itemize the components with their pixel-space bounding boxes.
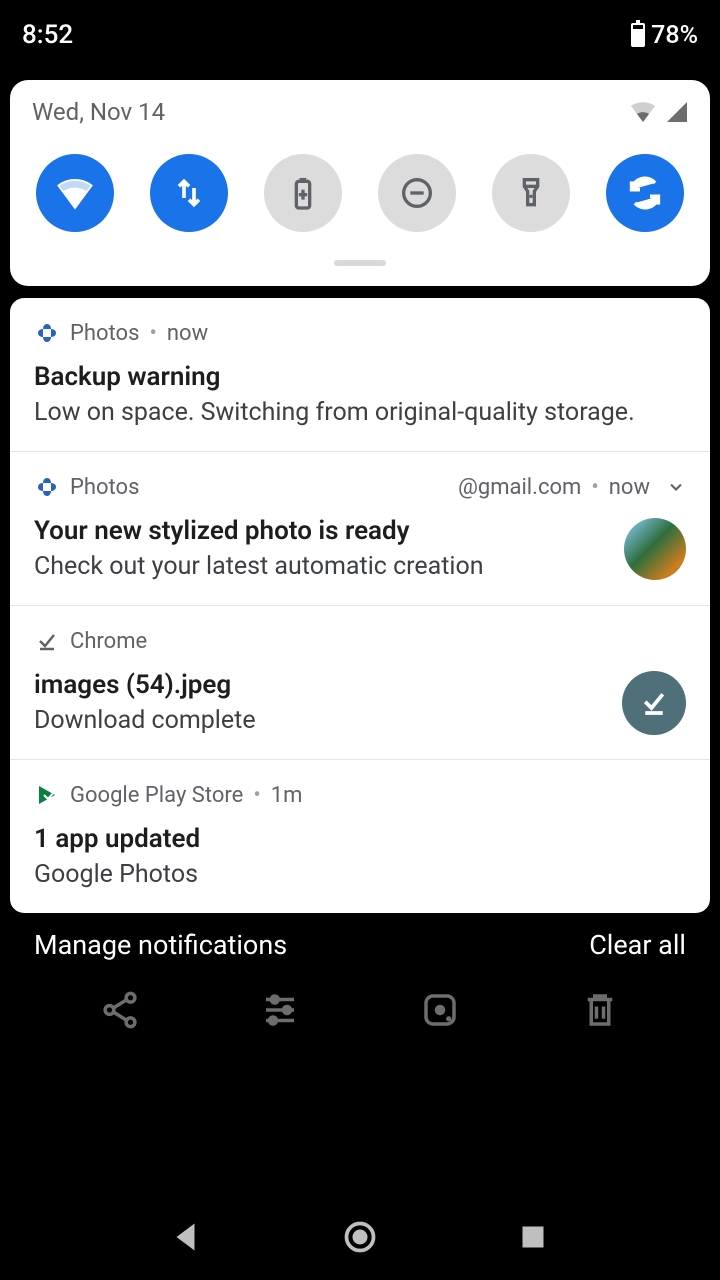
notification-footer: Manage notifications Clear all — [0, 913, 720, 977]
play-store-icon — [34, 782, 60, 808]
navigation-bar — [0, 1194, 720, 1280]
notification-title: images (54).jpeg — [34, 670, 256, 700]
notification-list: Photos • now Backup warning Low on space… — [10, 298, 710, 913]
notification-body: Google Photos — [34, 860, 686, 889]
check-icon — [639, 688, 669, 718]
notification-app: Google Play Store — [70, 783, 243, 808]
photos-icon — [34, 320, 60, 346]
notification-photos-stylized[interactable]: Photos @gmail.com • now Your new stylize… — [10, 451, 710, 605]
notification-chrome-download[interactable]: Chrome images (54).jpeg Download complet… — [10, 605, 710, 759]
notification-app: Photos — [70, 475, 139, 500]
download-complete-badge[interactable] — [622, 671, 686, 735]
nav-recents-button[interactable] — [515, 1219, 551, 1255]
flashlight-icon — [511, 173, 551, 213]
qs-drag-handle[interactable] — [334, 260, 386, 266]
status-right: 78% — [631, 21, 698, 50]
qs-header: Wed, Nov 14 — [32, 98, 688, 126]
notification-header: Photos @gmail.com • now — [34, 474, 686, 500]
notification-photos-backup[interactable]: Photos • now Backup warning Low on space… — [10, 298, 710, 451]
notification-time: 1m — [271, 783, 303, 808]
status-time: 8:52 — [22, 20, 73, 50]
download-done-icon — [34, 628, 60, 654]
separator: • — [149, 321, 156, 346]
trash-icon[interactable] — [579, 989, 621, 1031]
qs-tile-battery-saver[interactable] — [264, 154, 342, 232]
qs-tiles — [32, 154, 688, 232]
notification-app: Chrome — [70, 629, 147, 654]
notification-play-update[interactable]: Google Play Store • 1m 1 app updated Goo… — [10, 759, 710, 913]
clear-all-button[interactable]: Clear all — [589, 929, 686, 961]
notification-title: 1 app updated — [34, 824, 686, 854]
qs-tile-wifi[interactable] — [36, 154, 114, 232]
wifi-icon — [55, 173, 95, 213]
notification-body: Check out your latest automatic creation — [34, 552, 484, 581]
background-toolbar — [0, 977, 720, 1037]
qs-status-icons — [630, 102, 688, 122]
qs-tile-dnd[interactable] — [378, 154, 456, 232]
lens-icon[interactable] — [419, 989, 461, 1031]
battery-saver-icon — [283, 173, 323, 213]
notification-time: now — [167, 321, 208, 346]
notification-header: Photos • now — [34, 320, 686, 346]
dnd-icon — [397, 173, 437, 213]
separator: • — [591, 475, 598, 500]
share-icon[interactable] — [99, 989, 141, 1031]
notification-title: Your new stylized photo is ready — [34, 516, 484, 546]
status-bar: 8:52 78% — [0, 0, 720, 70]
notification-body: Low on space. Switching from original-qu… — [34, 398, 686, 427]
notification-header: Google Play Store • 1m — [34, 782, 686, 808]
battery-percent: 78% — [651, 21, 698, 50]
auto-rotate-icon — [625, 173, 665, 213]
battery-icon — [631, 23, 645, 47]
notification-thumbnail[interactable] — [624, 518, 686, 580]
photos-icon — [34, 474, 60, 500]
notification-body: Download complete — [34, 706, 256, 735]
notification-time: now — [609, 475, 650, 500]
notification-app: Photos — [70, 321, 139, 346]
chevron-down-icon[interactable] — [666, 477, 686, 497]
qs-tile-auto-rotate[interactable] — [606, 154, 684, 232]
nav-back-button[interactable] — [169, 1219, 205, 1255]
separator: • — [253, 783, 260, 808]
notification-account: @gmail.com — [458, 475, 581, 500]
nav-home-button[interactable] — [342, 1219, 378, 1255]
wifi-signal-icon — [630, 102, 656, 122]
qs-tile-mobile-data[interactable] — [150, 154, 228, 232]
qs-tile-flashlight[interactable] — [492, 154, 570, 232]
notification-title: Backup warning — [34, 362, 686, 392]
tune-icon[interactable] — [259, 989, 301, 1031]
cell-signal-icon — [666, 102, 688, 122]
notification-header: Chrome — [34, 628, 686, 654]
qs-date: Wed, Nov 14 — [32, 98, 165, 126]
manage-notifications-button[interactable]: Manage notifications — [34, 929, 287, 961]
quick-settings-panel: Wed, Nov 14 — [10, 80, 710, 286]
mobile-data-icon — [169, 173, 209, 213]
